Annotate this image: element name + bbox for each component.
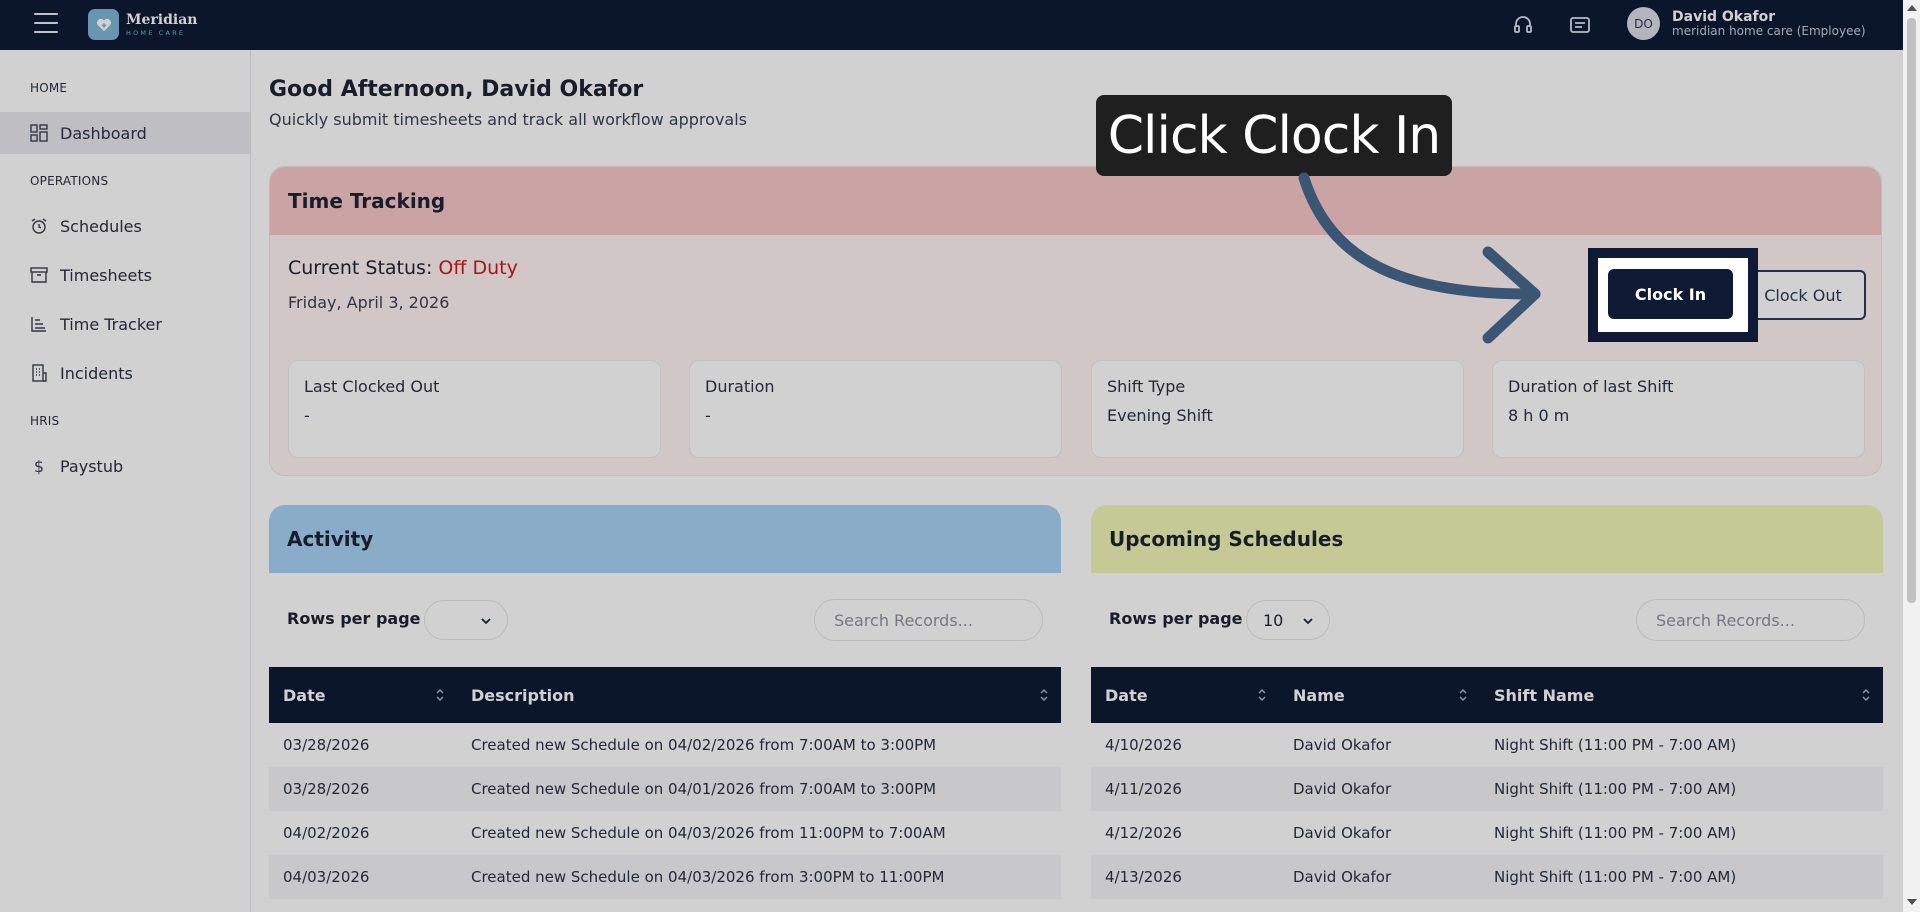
scroll-down-arrow-icon[interactable]	[1907, 899, 1917, 905]
sort-icon[interactable]	[1039, 687, 1049, 707]
dollar-icon: $	[33, 456, 45, 476]
sidebar-item-time-tracker[interactable]: Time Tracker	[0, 303, 250, 345]
upcoming-schedules-table: Date Name Shift Name 4/10/2026 David Okaf…	[1091, 667, 1883, 899]
table-row: 04/02/2026 Created new Schedule on 04/03/…	[283, 824, 946, 842]
table-row: 4/11/2026 David Okafor Night Shift (11:00 …	[1091, 767, 1883, 811]
user-name: David Okafor	[1672, 8, 1776, 25]
alarm-clock-icon	[30, 217, 48, 235]
column-header-description[interactable]: Description	[457, 667, 1061, 723]
column-header-shift-name[interactable]: Shift Name	[1480, 667, 1883, 723]
avatar: DO	[1627, 7, 1660, 40]
upcoming-schedules-title: Upcoming Schedules	[1091, 505, 1883, 573]
archive-box-icon	[30, 266, 48, 284]
current-date: Friday, April 3, 2026	[288, 293, 450, 312]
stat-card-last-shift-duration: Duration of last Shift 8 h 0 m	[1492, 360, 1865, 458]
brand-logo[interactable]: Meridian HOME CARE	[88, 9, 197, 40]
table-row: 4/12/2026 David Okafor Night Shift (11:00 …	[1105, 824, 1737, 842]
activity-table: Date Description 03/28/2026 Created new S…	[269, 667, 1061, 899]
sort-icon[interactable]	[1257, 687, 1267, 707]
tutorial-tooltip: Click Clock In	[1096, 95, 1452, 176]
chevron-down-icon	[479, 613, 493, 632]
rows-per-page-label: Rows per page	[287, 609, 421, 628]
sidebar-item-label: Dashboard	[60, 123, 147, 143]
sidebar-item-timesheets[interactable]: Timesheets	[0, 254, 250, 296]
sidebar-item-label: Time Tracker	[60, 314, 162, 334]
sort-icon[interactable]	[435, 687, 445, 707]
rows-per-page-select[interactable]: 10	[1246, 600, 1330, 640]
column-header-name[interactable]: Name	[1279, 667, 1480, 723]
message-icon[interactable]	[1568, 13, 1592, 37]
table-row: 04/03/2026 Created new Schedule on 04/03/…	[269, 855, 1061, 899]
sidebar-section-home: HOME	[30, 81, 68, 95]
rows-per-page-select[interactable]	[424, 600, 508, 640]
user-organization: meridian home care (Employee)	[1672, 23, 1866, 38]
chevron-down-icon	[1301, 613, 1315, 632]
page-title: Good Afternoon, David Okafor	[269, 77, 644, 102]
brand-name: Meridian	[126, 11, 198, 28]
scroll-up-arrow-icon[interactable]	[1907, 5, 1917, 11]
current-status: Current Status: Off Duty	[288, 257, 518, 279]
sidebar-item-incidents[interactable]: Incidents	[0, 352, 250, 394]
column-header-date[interactable]: Date	[269, 667, 457, 723]
stat-label: Shift Type	[1107, 377, 1186, 396]
status-label: Current Status:	[288, 257, 433, 279]
sidebar-section-hris: HRIS	[30, 414, 60, 428]
brand-subtitle: HOME CARE	[126, 28, 186, 37]
list-tree-icon	[30, 315, 48, 333]
sidebar-item-label: Schedules	[60, 216, 142, 236]
heart-plus-icon	[88, 9, 119, 40]
page-subtitle: Quickly submit timesheets and track all …	[269, 110, 747, 129]
clock-out-button[interactable]: Clock Out	[1740, 270, 1866, 320]
sort-icon[interactable]	[1861, 687, 1871, 707]
hamburger-menu-icon[interactable]	[34, 13, 58, 33]
grid-icon	[30, 124, 48, 142]
activity-card: Activity Rows per page Date Description …	[269, 505, 1061, 912]
rows-per-page-value: 10	[1263, 610, 1284, 630]
stat-value: 8 h 0 m	[1508, 406, 1570, 425]
sidebar-item-schedules[interactable]: Schedules	[0, 205, 250, 247]
sidebar-item-paystub[interactable]: $ Paystub	[0, 445, 250, 487]
stat-card-duration: Duration -	[689, 360, 1062, 458]
sort-icon[interactable]	[1458, 687, 1468, 707]
stat-value: -	[304, 406, 310, 425]
scrollbar-thumb[interactable]	[1907, 18, 1916, 603]
upcoming-schedules-card: Upcoming Schedules Rows per page 10 Date…	[1091, 505, 1883, 912]
page-scrollbar[interactable]	[1903, 0, 1920, 912]
rows-per-page-label: Rows per page	[1109, 609, 1243, 628]
table-row: 4/10/2026 David Okafor Night Shift (11:00 …	[1105, 736, 1737, 754]
headset-icon[interactable]	[1511, 13, 1535, 37]
table-row: 4/13/2026 David Okafor Night Shift (11:00 …	[1091, 855, 1883, 899]
column-header-date[interactable]: Date	[1091, 667, 1279, 723]
stat-card-last-clocked-out: Last Clocked Out -	[288, 360, 661, 458]
top-bar: Meridian HOME CARE DO David Okafor merid…	[0, 0, 1920, 50]
sidebar-item-dashboard[interactable]: Dashboard	[0, 112, 250, 154]
sidebar-item-label: Timesheets	[60, 265, 152, 285]
stat-value: Evening Shift	[1107, 406, 1213, 425]
search-input[interactable]	[814, 599, 1043, 641]
activity-title: Activity	[269, 505, 1061, 573]
clock-in-button[interactable]: Clock In	[1608, 269, 1733, 319]
status-badge: Off Duty	[438, 257, 518, 279]
sidebar-item-label: Paystub	[60, 456, 124, 476]
search-input[interactable]	[1636, 599, 1865, 641]
building-icon	[30, 364, 48, 382]
curved-arrow-icon	[1298, 172, 1541, 344]
stat-label: Duration of last Shift	[1508, 377, 1674, 396]
sidebar-item-label: Incidents	[60, 363, 133, 383]
stat-card-shift-type: Shift Type Evening Shift	[1091, 360, 1464, 458]
user-menu[interactable]: DO David Okafor meridian home care (Empl…	[1627, 7, 1866, 40]
table-row: 03/28/2026 Created new Schedule on 04/01/…	[269, 767, 1061, 811]
time-tracking-title: Time Tracking	[270, 167, 1881, 235]
sidebar: HOME Dashboard OPERATIONS Schedules Time…	[0, 50, 251, 912]
stat-value: -	[705, 406, 711, 425]
table-row: 03/28/2026 Created new Schedule on 04/02/…	[283, 736, 937, 754]
stat-label: Last Clocked Out	[304, 377, 440, 396]
stat-label: Duration	[705, 377, 775, 396]
sidebar-section-operations: OPERATIONS	[30, 174, 109, 188]
